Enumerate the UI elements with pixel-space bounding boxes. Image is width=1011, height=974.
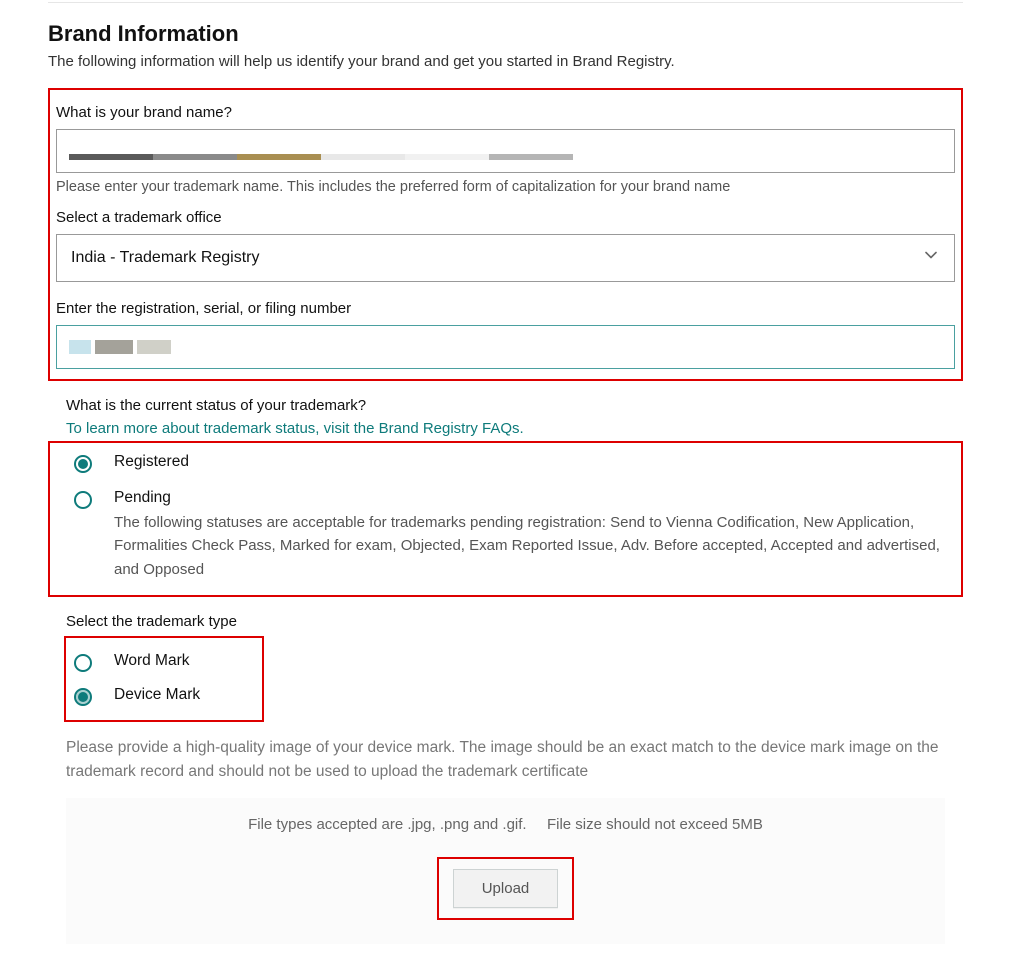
trademark-type-label: Select the trademark type	[66, 613, 963, 630]
trademark-type-device-row[interactable]: Device Mark	[74, 686, 260, 706]
trademark-office-select[interactable]: India - Trademark Registry	[56, 234, 955, 282]
radio-registered[interactable]	[74, 455, 92, 473]
page-title: Brand Information	[48, 21, 963, 47]
file-info: File types accepted are .jpg, .png and .…	[86, 816, 925, 833]
trademark-type-word-row[interactable]: Word Mark	[74, 652, 260, 672]
top-divider	[48, 2, 963, 3]
file-size-info: File size should not exceed 5MB	[547, 816, 763, 833]
status-registered-row[interactable]: Registered	[74, 453, 947, 473]
word-mark-label: Word Mark	[114, 652, 190, 670]
upload-panel: File types accepted are .jpg, .png and .…	[66, 798, 945, 944]
radio-device-mark[interactable]	[74, 688, 92, 706]
device-image-helper: Please provide a high-quality image of y…	[66, 736, 945, 784]
status-pending-row[interactable]: Pending The following statuses are accep…	[74, 489, 947, 581]
trademark-office-select-container: India - Trademark Registry	[56, 234, 955, 282]
brand-core-fields-highlight: What is your brand name? Please enter yo…	[48, 88, 963, 381]
status-registered-label: Registered	[114, 453, 189, 471]
redacted-brand-name	[69, 140, 942, 162]
radio-word-mark[interactable]	[74, 654, 92, 672]
brand-name-helper: Please enter your trademark name. This i…	[56, 179, 955, 195]
redacted-registration-number	[69, 341, 171, 358]
brand-name-label: What is your brand name?	[56, 104, 955, 121]
file-types-info: File types accepted are .jpg, .png and .…	[248, 816, 527, 833]
status-options-highlight: Registered Pending The following statuse…	[48, 441, 963, 597]
trademark-type-highlight: Word Mark Device Mark	[64, 636, 264, 722]
status-pending-label: Pending	[114, 489, 947, 507]
trademark-office-label: Select a trademark office	[56, 209, 955, 226]
radio-pending[interactable]	[74, 491, 92, 509]
upload-button[interactable]: Upload	[453, 869, 559, 908]
status-label: What is the current status of your trade…	[66, 397, 963, 414]
status-pending-desc: The following statuses are acceptable fo…	[114, 511, 947, 581]
registration-number-label: Enter the registration, serial, or filin…	[56, 300, 955, 317]
brand-name-input[interactable]	[56, 129, 955, 173]
upload-button-highlight: Upload	[437, 857, 575, 920]
device-mark-label: Device Mark	[114, 686, 200, 704]
status-faq-link[interactable]: To learn more about trademark status, vi…	[66, 420, 524, 437]
page-subtitle: The following information will help us i…	[48, 53, 963, 70]
trademark-office-selected: India - Trademark Registry	[71, 249, 260, 267]
registration-number-input[interactable]	[56, 325, 955, 369]
